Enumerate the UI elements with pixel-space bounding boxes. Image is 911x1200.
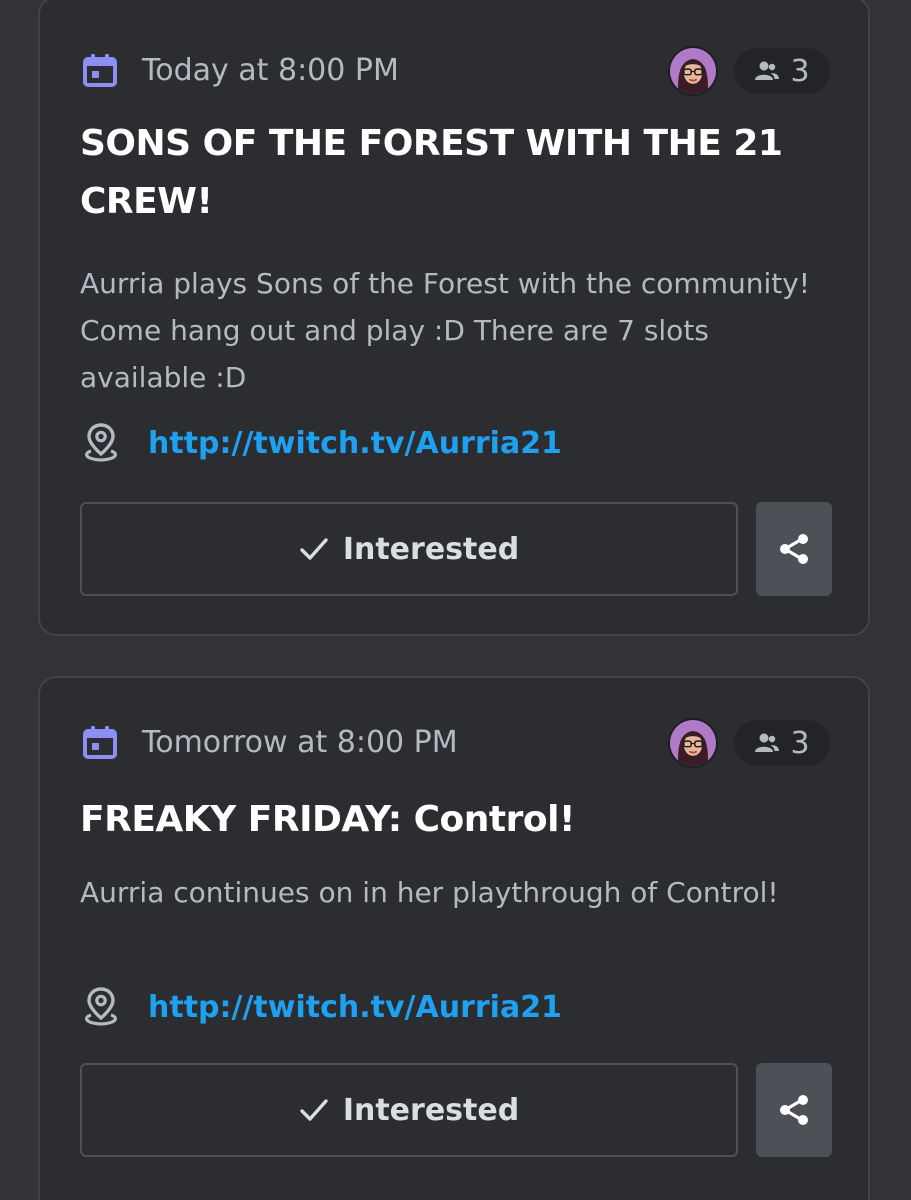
event-location-row: http://twitch.tv/Aurria21 [80,984,562,1030]
host-avatar[interactable] [668,718,718,768]
event-location-row: http://twitch.tv/Aurria21 [80,420,562,466]
event-title: SONS OF THE FOREST WITH THE 21 CREW! [80,123,783,222]
location-pin-icon [85,423,117,462]
share-button[interactable] [756,502,832,596]
interested-button[interactable]: Interested [80,1063,738,1157]
people-icon [755,733,780,752]
people-icon [755,61,780,80]
calendar-icon [83,54,117,87]
location-pin-icon [85,987,117,1026]
checkmark-icon [300,538,328,560]
interested-count-badge[interactable]: 3 [734,48,830,94]
share-icon [780,1095,808,1125]
host-avatar[interactable] [668,46,718,96]
interested-button[interactable]: Interested [80,502,738,596]
event-description: Aurria plays Sons of the Forest with the… [80,267,811,394]
event-time: Tomorrow at 8:00 PM [142,724,458,760]
calendar-icon [83,726,117,759]
event-card[interactable]: Today at 8:00 PM 3 SONS OF THE FOREST WI… [38,0,870,636]
interested-count: 3 [790,725,810,761]
share-icon [780,534,808,564]
interested-count-badge[interactable]: 3 [734,720,830,766]
share-button[interactable] [756,1063,832,1157]
interested-button-label: Interested [342,1092,520,1128]
interested-button-label: Interested [342,531,520,567]
event-card[interactable]: Tomorrow at 8:00 PM 3 FREAKY FRIDAY: Con… [38,676,870,1200]
checkmark-icon [300,1099,328,1121]
event-time-row: Tomorrow at 8:00 PM [82,720,458,764]
event-list: Today at 8:00 PM 3 SONS OF THE FOREST WI… [0,0,911,1200]
interested-count: 3 [790,53,810,89]
event-title: FREAKY FRIDAY: Control! [80,799,575,840]
event-description: Aurria continues on in her playthrough o… [80,876,779,909]
event-location-link[interactable]: http://twitch.tv/Aurria21 [148,990,562,1025]
event-time: Today at 8:00 PM [142,52,399,88]
event-time-row: Today at 8:00 PM [82,48,399,92]
event-location-link[interactable]: http://twitch.tv/Aurria21 [148,426,562,461]
